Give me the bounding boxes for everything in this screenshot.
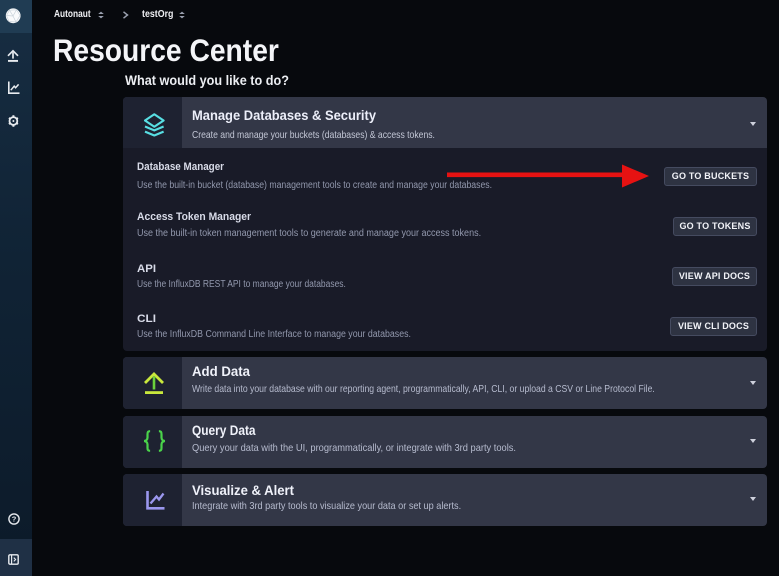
svg-text:?: ? [11, 515, 16, 524]
